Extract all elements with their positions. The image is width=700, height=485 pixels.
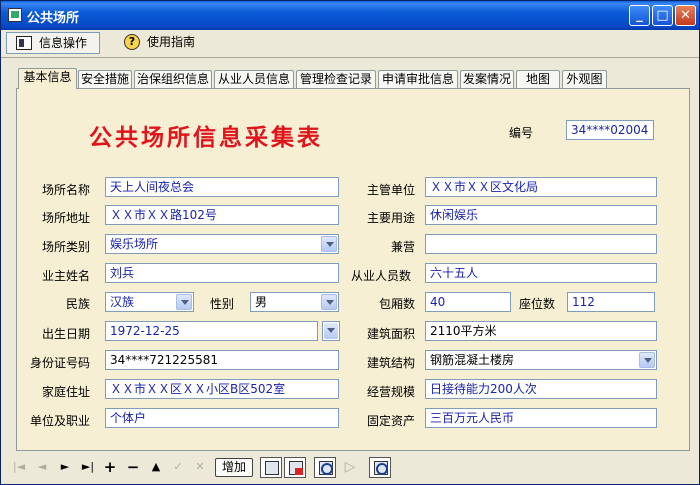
- category-value: 娱乐场所: [110, 237, 159, 251]
- next-record-icon[interactable]: ►: [57, 459, 73, 475]
- scale-label: 经营规模: [367, 385, 416, 399]
- minimize-icon: _: [636, 8, 643, 23]
- chevron-down-icon[interactable]: [321, 294, 337, 310]
- tab-safety-measures[interactable]: 安全措施: [78, 70, 132, 88]
- cancel-edit-icon[interactable]: ✕: [192, 459, 208, 475]
- form-icon: [16, 36, 32, 50]
- main-use-field[interactable]: 休闲娱乐: [425, 205, 657, 225]
- category-label: 场所类别: [42, 240, 91, 254]
- tab-map[interactable]: 地图: [516, 70, 560, 88]
- info-ops-button[interactable]: 信息操作: [6, 32, 100, 54]
- owner-field[interactable]: 刘兵: [105, 263, 339, 283]
- chevron-down-icon[interactable]: [639, 352, 655, 368]
- tab-inspection-records[interactable]: 管理检查记录: [296, 70, 376, 88]
- print-icon[interactable]: [284, 457, 306, 478]
- first-record-icon[interactable]: |◄: [11, 459, 27, 475]
- tab-approval-info[interactable]: 申请审批信息: [378, 70, 458, 88]
- owner-label: 业主姓名: [42, 269, 91, 283]
- seat-count-label: 座位数: [519, 297, 556, 311]
- help-guide-button[interactable]: ? 使用指南: [115, 32, 203, 54]
- home-address-label: 家庭住址: [42, 385, 91, 399]
- address-field[interactable]: ＸＸ市ＸＸ路102号: [105, 205, 339, 225]
- fixed-assets-field[interactable]: 三百万元人民币: [425, 408, 657, 428]
- scale-field[interactable]: 日接待能力200人次: [425, 379, 657, 399]
- room-count-field[interactable]: 40: [425, 292, 511, 312]
- play-icon[interactable]: ▷: [342, 459, 358, 475]
- window-title: 公共场所: [27, 11, 80, 26]
- birth-date-label: 出生日期: [42, 327, 91, 341]
- ethnicity-select[interactable]: 汉族: [105, 292, 194, 312]
- info-ops-label: 信息操作: [39, 36, 88, 50]
- birth-date-field[interactable]: 1972-12-25: [105, 321, 318, 341]
- form-heading: 公共场所信息采集表: [89, 125, 323, 151]
- gender-value: 男: [255, 295, 268, 309]
- edit-record-icon[interactable]: ▲: [148, 459, 164, 475]
- structure-select[interactable]: 钢筋混凝土楼房: [425, 350, 657, 370]
- staff-count-field[interactable]: 六十五人: [425, 263, 657, 283]
- name-field[interactable]: 天上人间夜总会: [105, 177, 339, 197]
- post-record-icon[interactable]: ✓: [170, 459, 186, 475]
- find-icon[interactable]: [369, 457, 391, 478]
- structure-value: 钢筋混凝土楼房: [430, 353, 515, 367]
- work-unit-field[interactable]: 个体户: [105, 408, 339, 428]
- delete-record-icon[interactable]: −: [125, 459, 141, 475]
- home-address-field[interactable]: ＸＸ市ＸＸ区ＸＸ小区B区502室: [105, 379, 339, 399]
- tab-security-org[interactable]: 治保组织信息: [134, 70, 212, 88]
- tab-exterior-photo[interactable]: 外观图: [562, 70, 607, 88]
- fixed-assets-label: 固定资产: [367, 414, 416, 428]
- last-record-icon[interactable]: ►|: [80, 459, 96, 475]
- id-number-label: 身份证号码: [30, 356, 91, 370]
- main-use-label: 主要用途: [367, 211, 416, 225]
- structure-label: 建筑结构: [367, 356, 416, 370]
- close-button[interactable]: ✕: [675, 5, 696, 26]
- staff-count-label: 从业人员数: [351, 269, 412, 283]
- authority-label: 主管单位: [367, 183, 416, 197]
- concurrent-label: 兼营: [391, 240, 416, 254]
- tab-staff-info[interactable]: 从业人员信息: [214, 70, 294, 88]
- tab-basic-info[interactable]: 基本信息: [18, 68, 77, 89]
- seat-count-field[interactable]: 112: [567, 292, 655, 312]
- print-preview-icon[interactable]: [260, 457, 282, 478]
- floor-area-label: 建筑面积: [367, 327, 416, 341]
- minimize-button[interactable]: _: [629, 5, 650, 26]
- ethnicity-label: 民族: [66, 297, 91, 311]
- floor-area-field[interactable]: 2110平方米: [425, 321, 657, 341]
- help-guide-label: 使用指南: [147, 35, 196, 49]
- name-label: 场所名称: [42, 183, 91, 197]
- record-navigator: |◄ ◄ ► ►| + − ▲ ✓ ✕ 增加 ▷: [1, 452, 699, 484]
- gender-label: 性别: [210, 297, 235, 311]
- insert-record-icon[interactable]: +: [102, 459, 118, 475]
- maximize-button[interactable]: □: [652, 5, 673, 26]
- chevron-down-icon[interactable]: [321, 236, 337, 252]
- category-select[interactable]: 娱乐场所: [105, 234, 339, 254]
- chevron-down-icon[interactable]: [176, 294, 192, 310]
- concurrent-field[interactable]: [425, 234, 657, 254]
- authority-field[interactable]: ＸＸ市ＸＸ区文化局: [425, 177, 657, 197]
- maximize-icon: □: [656, 8, 669, 23]
- room-count-label: 包厢数: [379, 297, 416, 311]
- serial-label: 编号: [509, 126, 534, 140]
- toolbar: 信息操作 ? 使用指南: [1, 30, 699, 58]
- title-bar[interactable]: 公共场所 _ □ ✕: [1, 1, 699, 30]
- add-button[interactable]: 增加: [215, 458, 253, 477]
- chevron-down-icon: [324, 323, 338, 339]
- gender-select[interactable]: 男: [250, 292, 339, 312]
- birth-date-picker-button[interactable]: [322, 321, 340, 341]
- main-window: 公共场所 _ □ ✕ 信息操作 ? 使用指南 基本信息 安全措施 治保组织信息 …: [0, 0, 700, 485]
- tab-incidents[interactable]: 发案情况: [460, 70, 514, 88]
- id-number-field[interactable]: 34****721225581: [105, 350, 339, 370]
- search-icon[interactable]: [314, 457, 336, 478]
- ethnicity-value: 汉族: [110, 295, 135, 309]
- serial-field[interactable]: 34****02004: [566, 120, 654, 140]
- work-unit-label: 单位及职业: [30, 414, 91, 428]
- close-icon: ✕: [680, 8, 691, 23]
- address-label: 场所地址: [42, 211, 91, 225]
- prev-record-icon[interactable]: ◄: [34, 459, 50, 475]
- help-icon: ?: [124, 34, 140, 50]
- app-icon: [8, 8, 22, 22]
